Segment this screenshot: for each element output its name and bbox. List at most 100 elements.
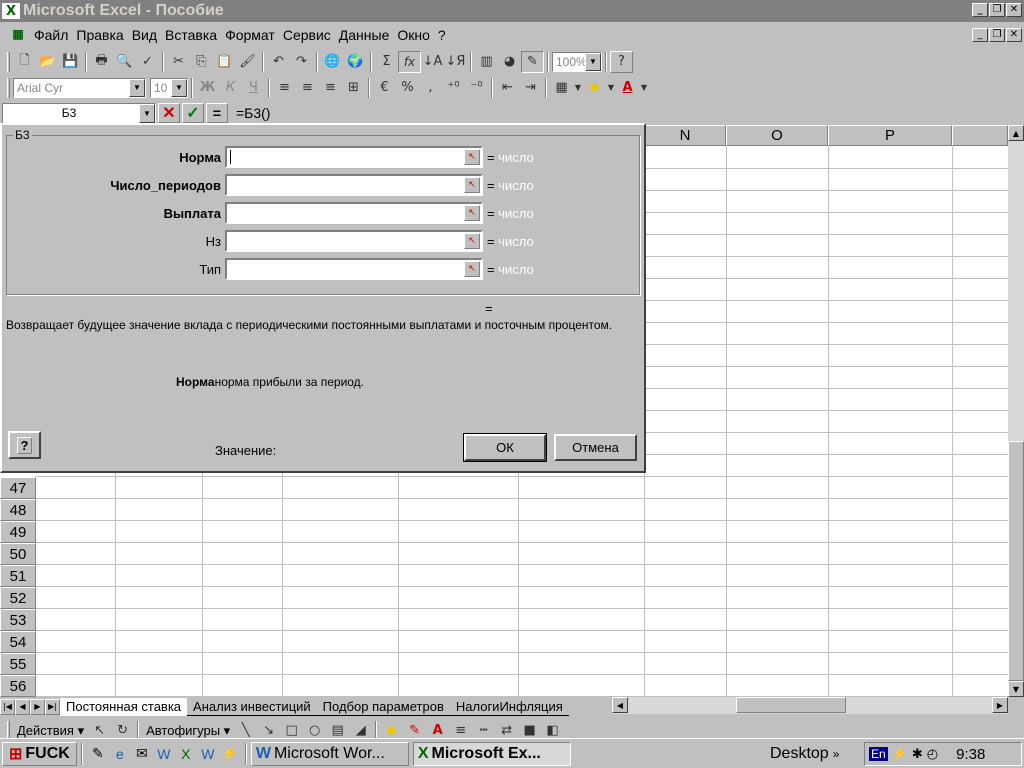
row-header[interactable]: 48 xyxy=(0,499,36,521)
paste-icon[interactable]: 📋 xyxy=(213,51,236,73)
enter-formula-button[interactable]: ✓ xyxy=(182,103,204,123)
menu-format[interactable]: Формат xyxy=(221,27,279,43)
start-button[interactable]: ⊞ FUCK xyxy=(2,741,77,766)
comma-icon[interactable]: , xyxy=(419,77,442,99)
chevron-down-icon[interactable]: ▼ xyxy=(129,78,145,97)
internet-explorer-icon[interactable]: e xyxy=(109,743,131,765)
last-sheet-icon[interactable]: ▶| xyxy=(45,698,60,715)
sheet-tab-constant-rate[interactable]: Постоянная ставка xyxy=(60,697,188,716)
scroll-right-icon[interactable]: ▶ xyxy=(992,697,1008,713)
restore-button[interactable]: ❐ xyxy=(989,3,1005,17)
row-header[interactable]: 53 xyxy=(0,609,36,631)
next-sheet-icon[interactable]: ▶ xyxy=(30,698,45,715)
spelling-icon[interactable]: ✓ xyxy=(136,51,159,73)
excel-app-icon[interactable]: X xyxy=(2,3,20,19)
function-wizard-icon[interactable]: fx xyxy=(398,50,421,73)
borders-icon[interactable]: ▦ xyxy=(550,77,573,99)
sheet-tab-investment-analysis[interactable]: Анализ инвестиций xyxy=(187,697,317,716)
arg-input-type[interactable]: ↖ xyxy=(225,258,483,280)
print-icon[interactable]: 🖶 xyxy=(90,51,113,73)
sort-desc-icon[interactable]: ↓Я xyxy=(444,51,467,73)
minimize-button[interactable]: _ xyxy=(972,3,988,17)
new-icon[interactable]: 🗋 xyxy=(13,51,36,73)
spider-icon[interactable]: ✱ xyxy=(912,746,923,762)
hyperlink-icon[interactable]: 🌐 xyxy=(321,51,344,73)
bolt-icon[interactable]: ⚡ xyxy=(892,746,908,762)
outlook-icon[interactable]: ✉ xyxy=(131,743,153,765)
italic-button[interactable]: К xyxy=(219,77,242,99)
scroll-left-icon[interactable]: ◀ xyxy=(612,697,628,713)
arg-input-nper[interactable]: ↖ xyxy=(225,174,483,196)
chevron-down-icon[interactable]: ▼ xyxy=(639,77,649,99)
collapse-dialog-icon[interactable]: ↖ xyxy=(464,205,480,221)
font-color-icon[interactable]: A xyxy=(616,77,639,99)
column-header-p[interactable]: P xyxy=(828,125,952,146)
increase-indent-icon[interactable]: ⇥ xyxy=(519,77,542,99)
horizontal-scrollbar[interactable]: ◀ ▶ xyxy=(612,697,1008,714)
increase-decimal-icon[interactable]: ⁺⁰ xyxy=(442,77,465,99)
word-icon[interactable]: W xyxy=(153,743,175,765)
scroll-down-icon[interactable]: ▼ xyxy=(1008,681,1024,697)
redo-icon[interactable]: ↷ xyxy=(290,51,313,73)
menu-help[interactable]: ? xyxy=(434,27,450,43)
save-icon[interactable]: 💾 xyxy=(59,51,82,73)
font-size-select[interactable]: 10 ▼ xyxy=(150,77,188,98)
office-assistant-icon[interactable]: ? xyxy=(610,50,633,73)
chevron-down-icon[interactable]: ▼ xyxy=(585,52,601,71)
row-header[interactable]: 47 xyxy=(0,477,36,499)
drawing-icon[interactable]: ✎ xyxy=(521,50,544,73)
edit-formula-button[interactable]: = xyxy=(206,103,228,123)
decrease-decimal-icon[interactable]: ⁻⁰ xyxy=(465,77,488,99)
copy-icon[interactable]: ⎘ xyxy=(190,51,213,73)
autoshapes-menu[interactable]: Автофигуры ▾ xyxy=(142,723,234,739)
align-center-icon[interactable]: ≡ xyxy=(296,77,319,99)
actions-menu[interactable]: Действия ▾ xyxy=(13,723,88,739)
menu-insert[interactable]: Вставка xyxy=(161,27,221,43)
align-right-icon[interactable]: ≡ xyxy=(319,77,342,99)
bold-button[interactable]: Ж xyxy=(196,77,219,99)
menu-file[interactable]: Файл xyxy=(30,27,72,43)
first-sheet-icon[interactable]: |◀ xyxy=(0,698,15,715)
collapse-dialog-icon[interactable]: ↖ xyxy=(464,261,480,277)
task-excel[interactable]: X Microsoft Ex... xyxy=(412,741,571,766)
column-header-n[interactable]: N xyxy=(644,125,726,146)
column-header-o[interactable]: O xyxy=(726,125,828,146)
chevron-down-icon[interactable]: ▼ xyxy=(573,77,583,99)
web-toolbar-icon[interactable]: 🌍 xyxy=(344,51,367,73)
chevron-down-icon[interactable]: ▼ xyxy=(171,78,187,97)
undo-icon[interactable]: ↶ xyxy=(267,51,290,73)
doc-restore-button[interactable]: ❐ xyxy=(989,28,1005,42)
close-button[interactable]: ✕ xyxy=(1006,3,1022,17)
currency-icon[interactable]: € xyxy=(373,77,396,99)
row-header[interactable]: 51 xyxy=(0,565,36,587)
menu-view[interactable]: Вид xyxy=(128,27,161,43)
collapse-dialog-icon[interactable]: ↖ xyxy=(464,233,480,249)
underline-button[interactable]: Ч xyxy=(242,77,265,99)
arg-input-pmt[interactable]: ↖ xyxy=(225,202,483,224)
row-header[interactable]: 52 xyxy=(0,587,36,609)
align-left-icon[interactable]: ≡ xyxy=(273,77,296,99)
formula-content[interactable]: =Б3() xyxy=(236,105,270,121)
fill-color-icon[interactable]: ◆ xyxy=(583,77,606,99)
sort-asc-icon[interactable]: ↓A xyxy=(421,51,444,73)
autosum-icon[interactable]: Σ xyxy=(375,51,398,73)
word-quick-icon[interactable]: W xyxy=(197,743,219,765)
row-header[interactable]: 54 xyxy=(0,631,36,653)
collapse-dialog-icon[interactable]: ↖ xyxy=(464,177,480,193)
language-indicator[interactable]: En xyxy=(869,747,888,761)
vertical-scroll-thumb[interactable] xyxy=(1008,441,1024,681)
arg-input-rate[interactable]: ↖ xyxy=(225,146,483,168)
name-box[interactable]: Б3 ▼ xyxy=(2,102,156,124)
menu-data[interactable]: Данные xyxy=(335,27,394,43)
vertical-scrollbar[interactable]: ▲ ▼ xyxy=(1008,125,1024,697)
sheet-tab-taxes-inflation[interactable]: НалогиИнфляция xyxy=(449,697,569,716)
menu-window[interactable]: Окно xyxy=(393,27,434,43)
chevron-down-icon[interactable]: ▼ xyxy=(606,77,616,99)
open-icon[interactable]: 📂 xyxy=(36,51,59,73)
font-select[interactable]: Arial Cyr ▼ xyxy=(13,77,146,98)
zoom-select[interactable]: 100% ▼ xyxy=(552,51,602,72)
row-header[interactable]: 50 xyxy=(0,543,36,565)
bolt-icon[interactable]: ⚡ xyxy=(219,743,241,765)
doc-minimize-button[interactable]: _ xyxy=(972,28,988,42)
row-header[interactable]: 56 xyxy=(0,675,36,697)
